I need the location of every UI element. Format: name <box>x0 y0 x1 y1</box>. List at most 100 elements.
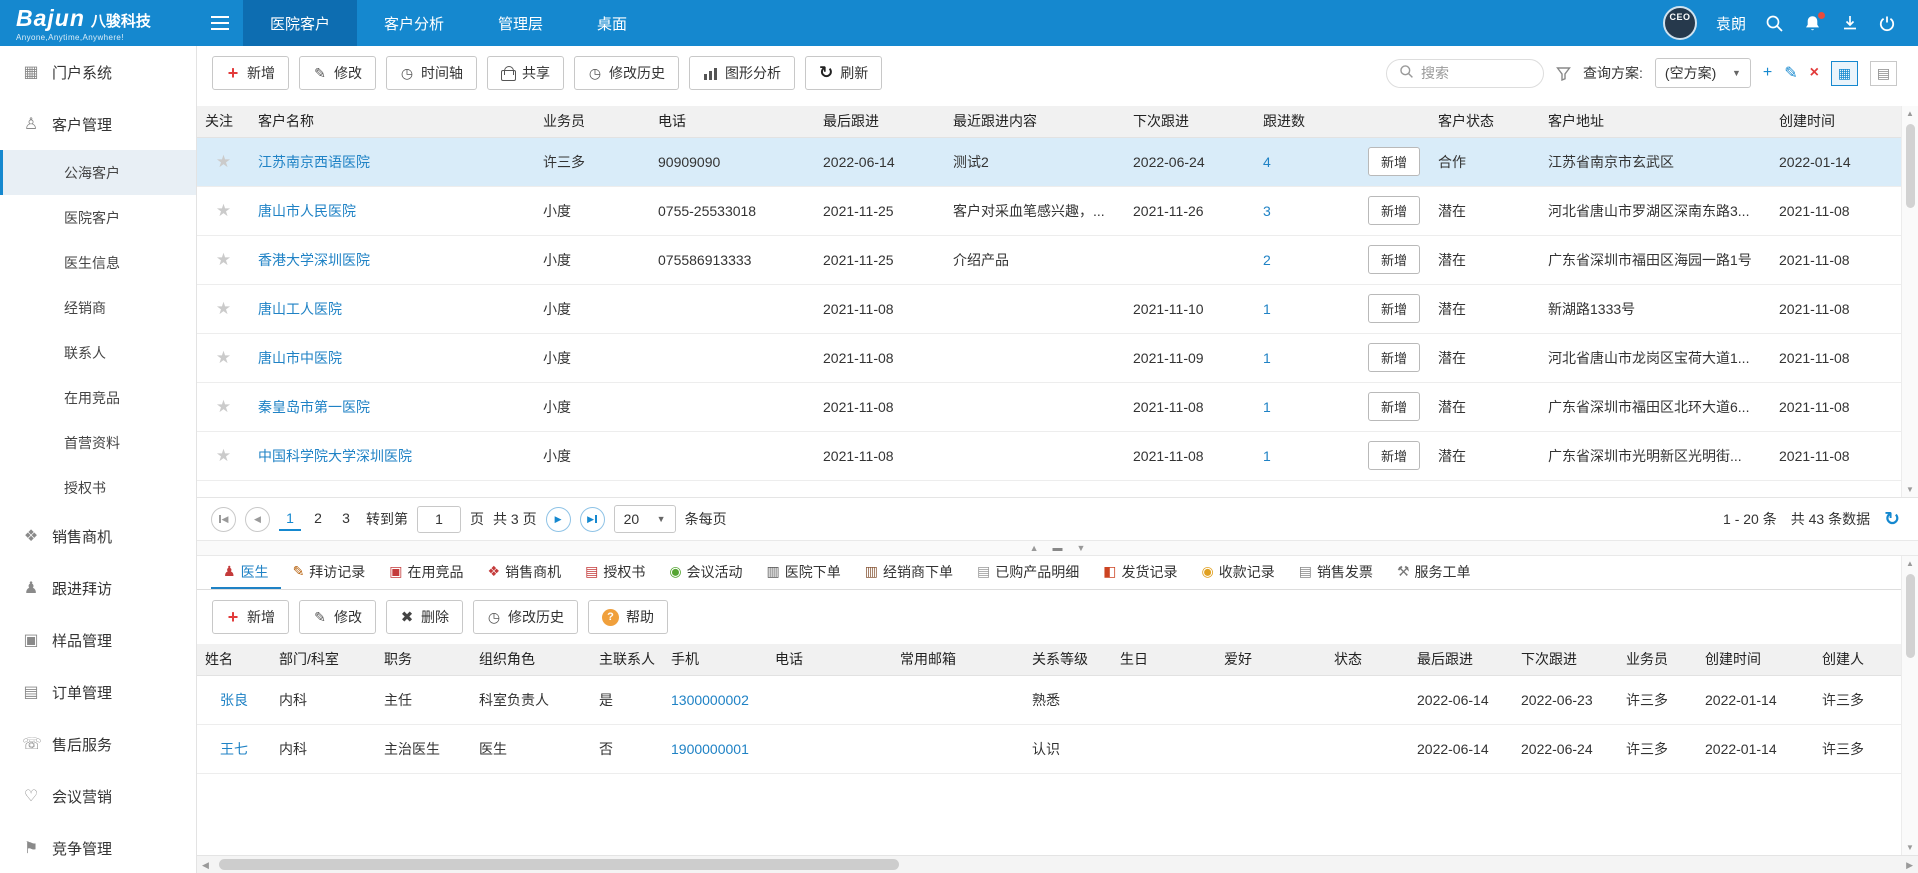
column-header[interactable]: 创建时间 <box>1771 106 1901 137</box>
column-header[interactable]: 客户名称 <box>250 106 535 137</box>
collapse-up-icon[interactable]: ▲ <box>1030 543 1039 553</box>
star-icon[interactable]: ★ <box>216 201 231 220</box>
column-header[interactable]: 手机 <box>663 644 767 675</box>
sidebar-item[interactable]: 首营资料 <box>0 420 196 465</box>
follow-count-link[interactable]: 2 <box>1263 252 1271 268</box>
notifications-bell-icon[interactable] <box>1803 14 1822 33</box>
menu-toggle-icon[interactable] <box>197 0 243 46</box>
filter-funnel-icon[interactable] <box>1556 66 1571 81</box>
add-button[interactable]: + 新增 <box>212 56 289 90</box>
detail-history-button[interactable]: ◷ 修改历史 <box>473 600 578 634</box>
sidebar-item[interactable]: ☏ 售后服务 <box>0 718 196 770</box>
column-header[interactable]: 业务员 <box>1618 644 1697 675</box>
username[interactable]: 袁朗 <box>1716 13 1746 34</box>
star-icon[interactable]: ★ <box>216 250 231 269</box>
sidebar-item[interactable]: 联系人 <box>0 330 196 375</box>
page-number[interactable]: 3 <box>335 507 357 531</box>
table-row[interactable]: 张良 内科 主任 科室负责人 是 1300000002 熟悉 2022-06-1… <box>197 675 1901 724</box>
scroll-right-icon[interactable]: ▶ <box>1906 860 1913 871</box>
next-page-button[interactable]: ▶ <box>546 507 571 532</box>
sidebar-item[interactable]: ❖ 销售商机 <box>0 510 196 562</box>
edit-plan-icon[interactable]: ✎ <box>1784 63 1797 83</box>
power-icon[interactable] <box>1878 14 1896 32</box>
customer-name-link[interactable]: 唐山市人民医院 <box>258 203 356 219</box>
column-header[interactable]: 下次跟进 <box>1513 644 1618 675</box>
row-add-button[interactable]: 新增 <box>1368 392 1420 421</box>
row-add-button[interactable]: 新增 <box>1368 147 1420 176</box>
top-nav-tab[interactable]: 医院客户 <box>243 0 357 46</box>
sidebar-item[interactable]: ♟ 跟进拜访 <box>0 562 196 614</box>
detail-tab[interactable]: ▥ 经销商下单 <box>853 556 965 589</box>
edit-history-button[interactable]: ◷ 修改历史 <box>574 56 679 90</box>
top-nav-tab[interactable]: 桌面 <box>570 0 654 46</box>
detail-tab[interactable]: ▥ 医院下单 <box>755 556 853 589</box>
column-header[interactable]: 关注 <box>197 106 250 137</box>
follow-count-link[interactable]: 1 <box>1263 301 1271 317</box>
detail-tab[interactable]: ◉ 会议活动 <box>657 556 754 589</box>
vertical-scrollbar-lower[interactable]: ▲ ▼ <box>1901 556 1918 855</box>
detail-add-button[interactable]: + 新增 <box>212 600 289 634</box>
column-header[interactable]: 客户地址 <box>1540 106 1771 137</box>
timeline-button[interactable]: ◷ 时间轴 <box>386 56 477 90</box>
chart-analysis-button[interactable]: 图形分析 <box>689 56 795 90</box>
star-icon[interactable]: ★ <box>216 152 231 171</box>
sidebar-item[interactable]: ♡ 会议营销 <box>0 770 196 822</box>
help-button[interactable]: ? 帮助 <box>588 600 668 634</box>
row-add-button[interactable]: 新增 <box>1368 441 1420 470</box>
star-icon[interactable]: ★ <box>216 348 231 367</box>
column-header[interactable]: 姓名 <box>197 644 271 675</box>
prev-page-button[interactable]: ◀ <box>245 507 270 532</box>
hscroll-thumb[interactable] <box>219 859 899 870</box>
table-row[interactable]: ★ 秦皇岛市第一医院 小度 2021-11-08 2021-11-08 1 新增… <box>197 382 1901 431</box>
detail-tab[interactable]: ▤ 已购产品明细 <box>965 556 1091 589</box>
table-refresh-icon[interactable]: ↻ <box>1884 508 1900 531</box>
customer-name-link[interactable]: 中国科学院大学深圳医院 <box>258 448 412 464</box>
detail-tab[interactable]: ✎ 拜访记录 <box>281 556 378 589</box>
last-page-button[interactable]: ▶ <box>580 507 605 532</box>
sidebar-item[interactable]: ♙ 客户管理 <box>0 98 196 150</box>
delete-plan-icon[interactable]: × <box>1810 64 1819 82</box>
detail-tab[interactable]: ◧ 发货记录 <box>1091 556 1189 589</box>
scroll-down-icon[interactable]: ▼ <box>1906 485 1914 494</box>
column-header[interactable]: 最后跟进 <box>815 106 945 137</box>
customer-name-link[interactable]: 江苏南京西语医院 <box>258 154 370 170</box>
follow-count-link[interactable]: 1 <box>1263 399 1271 415</box>
top-nav-tab[interactable]: 管理层 <box>471 0 570 46</box>
panel-splitter[interactable]: ▲ ▬ ▼ <box>197 540 1918 556</box>
sidebar-item[interactable]: 医生信息 <box>0 240 196 285</box>
follow-count-link[interactable]: 1 <box>1263 448 1271 464</box>
sidebar-item[interactable]: 公海客户 <box>0 150 196 195</box>
scroll-left-icon[interactable]: ◀ <box>202 860 209 871</box>
detail-tab[interactable]: ▣ 在用竞品 <box>377 556 475 589</box>
sidebar-item[interactable]: ▦ 门户系统 <box>0 46 196 98</box>
sidebar-item[interactable]: ⚑ 竞争管理 <box>0 822 196 873</box>
column-header[interactable]: 创建人 <box>1814 644 1901 675</box>
add-plan-icon[interactable]: + <box>1763 64 1772 82</box>
customer-name-link[interactable]: 香港大学深圳医院 <box>258 252 370 268</box>
column-header[interactable]: 下次跟进 <box>1125 106 1255 137</box>
scroll-thumb[interactable] <box>1906 124 1915 208</box>
avatar[interactable]: CEO <box>1663 6 1697 40</box>
column-header[interactable]: 创建时间 <box>1697 644 1814 675</box>
follow-count-link[interactable]: 4 <box>1263 154 1271 170</box>
star-icon[interactable]: ★ <box>216 397 231 416</box>
share-button[interactable]: 共享 <box>487 56 564 90</box>
column-header[interactable]: 客户状态 <box>1430 106 1540 137</box>
row-add-button[interactable]: 新增 <box>1368 245 1420 274</box>
first-page-button[interactable]: ◀ <box>211 507 236 532</box>
row-add-button[interactable]: 新增 <box>1368 343 1420 372</box>
column-header[interactable]: 状态 <box>1326 644 1409 675</box>
column-header[interactable]: 常用邮箱 <box>892 644 1024 675</box>
splitter-handle-icon[interactable]: ▬ <box>1053 543 1063 554</box>
column-header[interactable]: 业务员 <box>535 106 650 137</box>
table-row[interactable]: ★ 中国科学院大学深圳医院 小度 2021-11-08 2021-11-08 1… <box>197 431 1901 480</box>
column-header[interactable]: 职务 <box>376 644 471 675</box>
list-view-button[interactable]: ▤ <box>1870 61 1897 86</box>
detail-edit-button[interactable]: ✎ 修改 <box>299 600 376 634</box>
sidebar-item[interactable]: ▤ 订单管理 <box>0 666 196 718</box>
follow-count-link[interactable]: 3 <box>1263 203 1271 219</box>
sidebar-item[interactable]: 经销商 <box>0 285 196 330</box>
column-header[interactable]: 跟进数 <box>1255 106 1360 137</box>
search-input[interactable] <box>1421 65 1531 81</box>
horizontal-scrollbar[interactable]: ◀ ▶ <box>197 855 1918 873</box>
